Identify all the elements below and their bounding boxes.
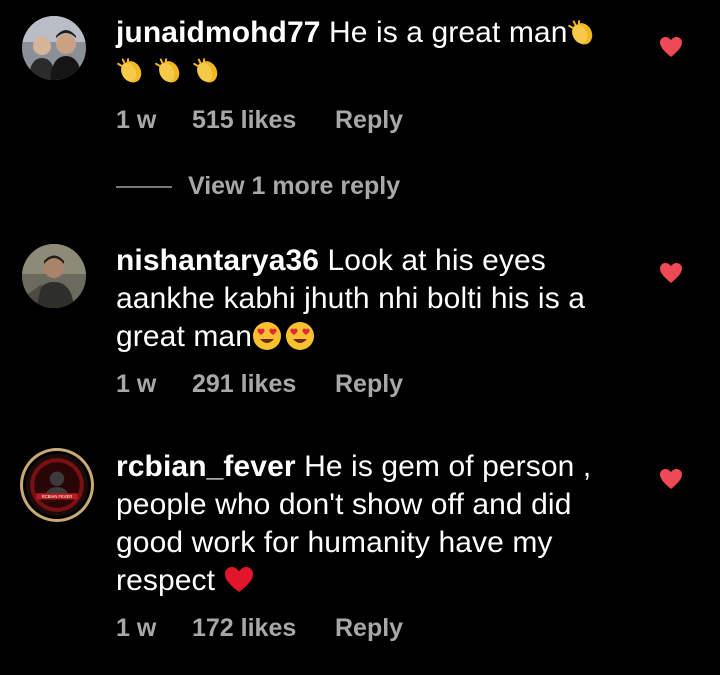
comment-meta: 1 w 515 likes Reply xyxy=(116,106,403,135)
clapping-hands-icon xyxy=(193,58,218,83)
timestamp: 1 w xyxy=(116,614,157,642)
avatar-story-ring[interactable]: RCBIAN FEVER xyxy=(20,448,94,522)
view-more-replies-button[interactable]: View 1 more reply xyxy=(116,172,400,201)
like-heart-icon[interactable] xyxy=(659,262,683,284)
heart-eyes-face-icon xyxy=(285,322,314,350)
clapping-hands-icon xyxy=(568,20,593,45)
comment-text: nishantarya36 Look at his eyes aankhe ka… xyxy=(116,244,586,353)
view-more-replies-label: View 1 more reply xyxy=(188,172,401,200)
red-heart-icon xyxy=(224,567,253,592)
avatar-logo-icon: RCBIAN FEVER xyxy=(26,454,88,516)
avatar-logo-text: RCBIAN FEVER xyxy=(42,494,73,499)
username[interactable]: junaidmohd77 xyxy=(116,16,321,49)
avatar[interactable] xyxy=(22,244,86,308)
likes-count[interactable]: 172 likes xyxy=(192,614,335,643)
avatar-photo-icon xyxy=(22,16,86,80)
like-heart-icon[interactable] xyxy=(659,468,683,490)
reply-button[interactable]: Reply xyxy=(335,370,403,399)
avatar-photo-icon xyxy=(22,244,86,308)
divider xyxy=(116,185,172,188)
heart-eyes-face-icon xyxy=(252,322,281,350)
likes-count[interactable]: 515 likes xyxy=(192,106,335,135)
timestamp: 1 w xyxy=(116,370,157,398)
comment-meta: 1 w 172 likes Reply xyxy=(116,614,403,643)
avatar: RCBIAN FEVER xyxy=(23,451,91,519)
likes-count[interactable]: 291 likes xyxy=(192,370,335,399)
comment-meta: 1 w 291 likes Reply xyxy=(116,370,403,399)
clapping-hands-icon xyxy=(155,58,180,83)
reply-button[interactable]: Reply xyxy=(335,106,403,135)
timestamp: 1 w xyxy=(116,106,157,134)
username[interactable]: rcbian_fever xyxy=(116,450,296,483)
like-heart-icon[interactable] xyxy=(659,36,683,58)
comment-text: rcbian_fever He is gem of person , peopl… xyxy=(116,450,592,597)
reply-button[interactable]: Reply xyxy=(335,614,403,643)
username[interactable]: nishantarya36 xyxy=(116,244,319,277)
avatar[interactable] xyxy=(22,16,86,80)
comment-text: junaidmohd77 He is a great man xyxy=(116,14,646,90)
clapping-hands-icon xyxy=(117,58,142,83)
